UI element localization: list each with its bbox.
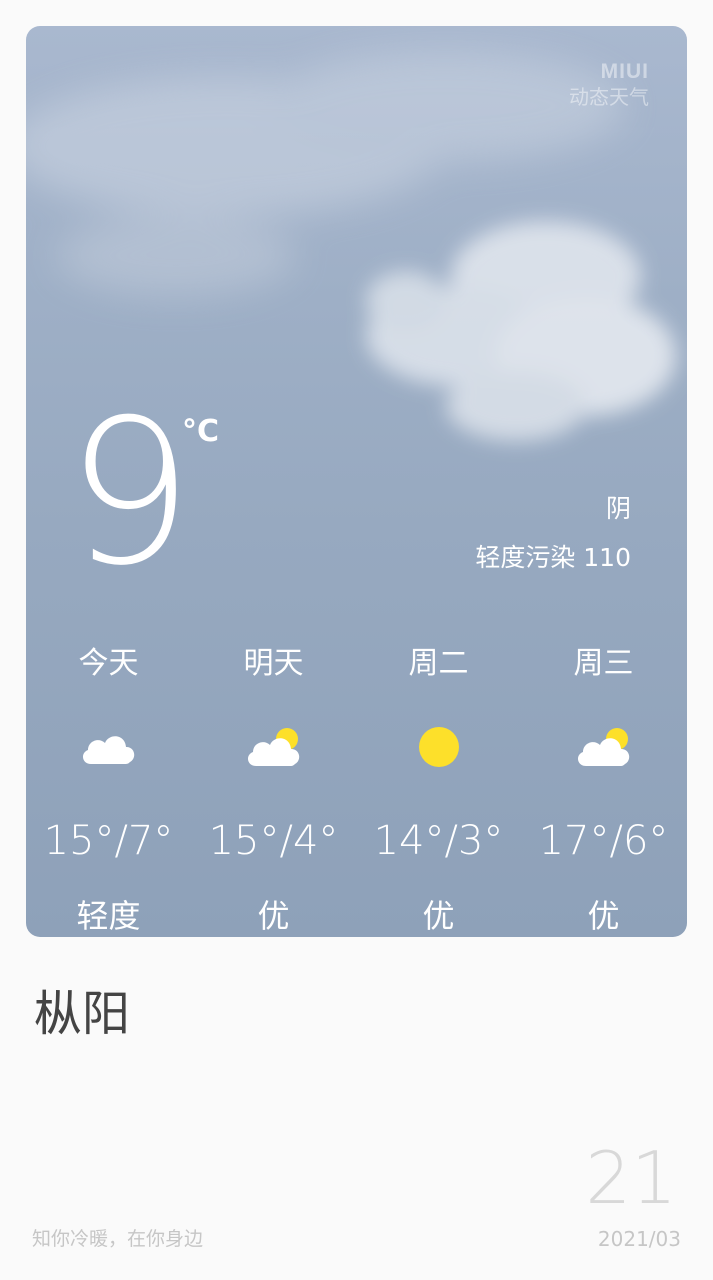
forecast-temp-range: 15°/4° — [208, 818, 339, 864]
forecast-air-quality: 轻度 — [76, 897, 141, 935]
forecast-air-quality: 优 — [257, 897, 290, 935]
partly-cloudy-icon — [247, 728, 299, 766]
city-name[interactable]: 枞阳 — [34, 982, 130, 1046]
forecast-day-name: 今天 — [78, 646, 139, 681]
slogan-text: 知你冷暖，在你身边 — [32, 1228, 204, 1250]
forecast-day-name: 明天 — [243, 646, 304, 681]
weather-widget-page: MIUI 动态天气 9 °C 阴 轻度污染 110 今天 15°/7° 轻度 明… — [0, 0, 713, 1280]
forecast-air-quality: 优 — [587, 897, 620, 935]
forecast-day-tuesday[interactable]: 周二 14°/3° 优 — [356, 640, 521, 937]
forecast-temp-range: 14°/3° — [373, 818, 504, 864]
brand-label: MIUI 动态天气 — [569, 60, 649, 110]
forecast-day-wednesday[interactable]: 周三 17°/6° 优 — [521, 640, 686, 937]
forecast-row: 今天 15°/7° 轻度 明天 15°/4° 优 周二 14°/3° 优 周三 … — [26, 640, 687, 937]
sunny-icon — [418, 727, 459, 767]
air-quality-index: 轻度污染 110 — [475, 543, 631, 572]
current-condition: 阴 — [605, 494, 631, 523]
partly-cloudy-icon — [577, 728, 629, 766]
forecast-air-quality: 优 — [422, 897, 455, 935]
temperature-unit: °C — [182, 414, 220, 449]
forecast-temp-range: 15°/7° — [43, 818, 174, 864]
forecast-day-name: 周二 — [408, 646, 469, 681]
brand-subtitle: 动态天气 — [569, 85, 649, 109]
forecast-temp-range: 17°/6° — [538, 818, 669, 864]
date-day: 21 — [585, 1136, 677, 1220]
forecast-day-tomorrow[interactable]: 明天 15°/4° 优 — [191, 640, 356, 937]
current-temperature: 9 — [66, 377, 193, 610]
forecast-day-today[interactable]: 今天 15°/7° 轻度 — [26, 640, 191, 937]
date-year-month: 2021/03 — [597, 1227, 681, 1251]
weather-card[interactable]: MIUI 动态天气 9 °C 阴 轻度污染 110 今天 15°/7° 轻度 明… — [26, 26, 687, 937]
forecast-day-name: 周三 — [573, 646, 634, 681]
cloudy-icon — [82, 736, 134, 764]
brand-name: MIUI — [600, 60, 649, 83]
